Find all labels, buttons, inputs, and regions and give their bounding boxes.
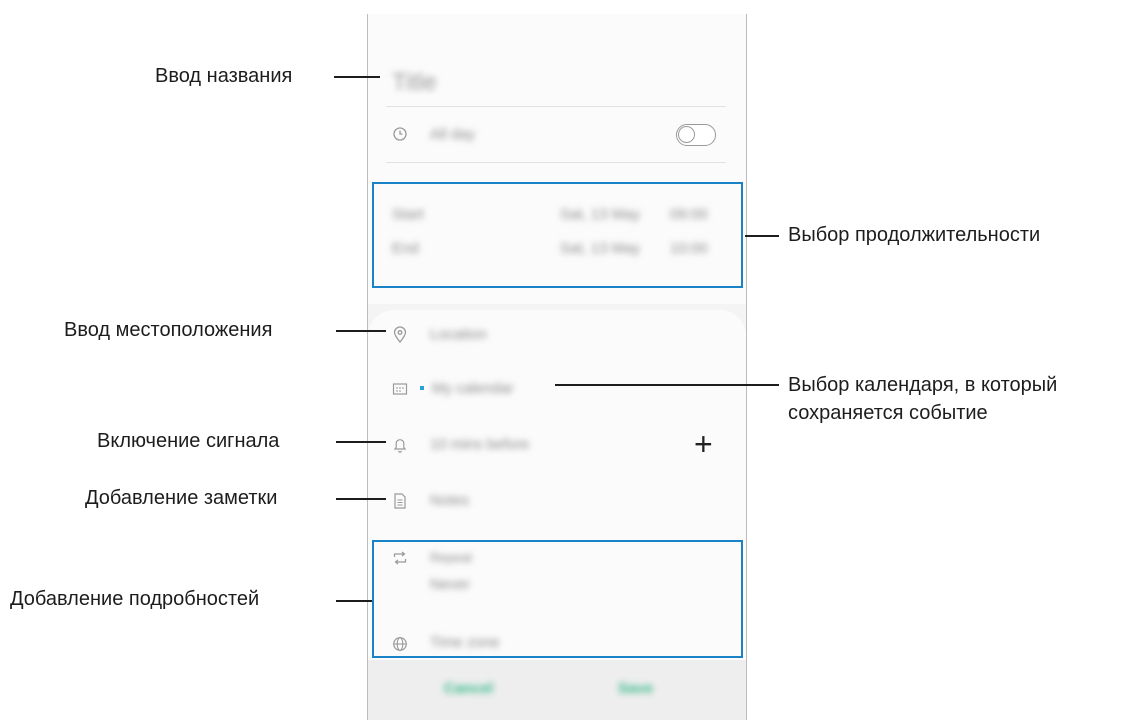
alarm-label: Включение сигнала [97, 430, 280, 452]
divider [386, 106, 726, 107]
calendar-label-line1: Выбор календаря, в который [788, 374, 1058, 396]
calendar-selector[interactable]: My calendar [432, 380, 514, 397]
bell-icon [392, 436, 410, 454]
duration-highlight [372, 182, 743, 288]
reminder-selector[interactable]: 10 mins before [430, 436, 529, 453]
note-label: Добавление заметки [85, 487, 278, 509]
calendar-color-dot [420, 386, 424, 390]
save-button[interactable]: Save [618, 680, 653, 697]
calendar-icon [392, 382, 410, 400]
title-input[interactable]: Title [392, 69, 436, 97]
leader-line [745, 235, 779, 237]
location-pin-icon [392, 326, 410, 344]
leader-line [555, 384, 779, 386]
leader-line [336, 498, 386, 500]
title-input-label: Ввод названия [155, 65, 293, 87]
divider [386, 162, 726, 163]
calendar-label-line2: сохраняется событие [788, 402, 988, 424]
leader-line [334, 76, 380, 78]
details-label: Добавление подробностей [10, 588, 260, 610]
note-icon [392, 492, 410, 510]
clock-icon [392, 126, 410, 144]
duration-label: Выбор продолжительности [788, 224, 1041, 246]
location-label: Ввод местоположения [64, 319, 273, 341]
details-highlight [372, 540, 743, 658]
all-day-toggle[interactable] [676, 124, 716, 146]
leader-line [336, 330, 386, 332]
toggle-knob [678, 126, 695, 143]
location-input[interactable]: Location [430, 326, 487, 343]
all-day-label: All day [430, 126, 476, 143]
leader-line [336, 441, 386, 443]
action-bar: Cancel Save [368, 660, 746, 720]
add-reminder-button[interactable]: + [694, 428, 713, 460]
notes-input[interactable]: Notes [430, 492, 469, 509]
leader-line [336, 600, 372, 602]
cancel-button[interactable]: Cancel [444, 680, 493, 697]
